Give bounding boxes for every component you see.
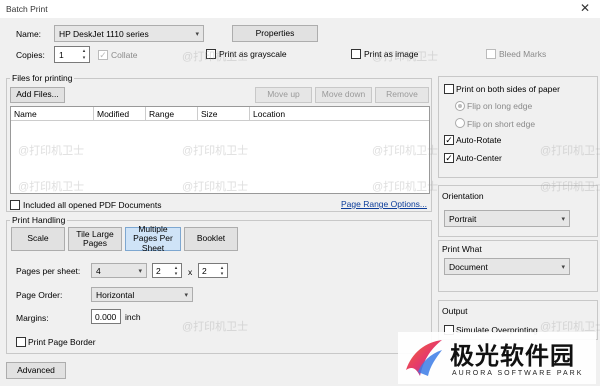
copies-value: 1 xyxy=(59,50,64,60)
print-as-image-checkbox[interactable] xyxy=(351,49,361,59)
column-divider xyxy=(197,107,198,121)
columns-value: 2 xyxy=(156,266,161,276)
margins-label: Margins: xyxy=(16,313,49,323)
chevron-down-icon: ▾ xyxy=(138,267,142,275)
page-order-select[interactable]: Horizontal ▾ xyxy=(91,287,193,302)
rows-value: 2 xyxy=(202,266,207,276)
grayscale-label: Print as grayscale xyxy=(219,49,287,59)
page-range-options-link[interactable]: Page Range Options... xyxy=(341,199,427,209)
chevron-down-icon: ▾ xyxy=(561,263,565,271)
print-page-border-checkbox[interactable] xyxy=(16,337,26,347)
pages-per-sheet-label: Pages per sheet: xyxy=(16,266,81,276)
grayscale-checkbox[interactable] xyxy=(206,49,216,59)
flip-long-edge-label: Flip on long edge xyxy=(467,101,533,111)
move-up-button[interactable]: Move up xyxy=(255,87,312,103)
aurora-logo: 极光软件园 AURORA SOFTWARE PARK xyxy=(398,332,596,384)
add-files-button[interactable]: Add Files... xyxy=(10,87,65,103)
window-title: Batch Print xyxy=(6,4,48,14)
both-sides-label: Print on both sides of paper xyxy=(456,84,560,94)
collate-label: Collate xyxy=(111,50,138,60)
auto-rotate-checkbox[interactable]: ✓ xyxy=(444,135,454,145)
page-order-value: Horizontal xyxy=(96,289,135,300)
orientation-select[interactable]: Portrait ▾ xyxy=(444,210,570,227)
spinner-down-icon[interactable]: ▾ xyxy=(80,55,88,61)
close-icon[interactable]: ✕ xyxy=(580,1,590,15)
move-down-button[interactable]: Move down xyxy=(315,87,372,103)
copies-label: Copies: xyxy=(16,50,45,60)
spinner-down-icon[interactable]: ▾ xyxy=(218,271,226,277)
flip-short-edge-label: Flip on short edge xyxy=(467,119,536,129)
spinner-down-icon[interactable]: ▾ xyxy=(172,271,180,277)
flip-short-edge-radio[interactable] xyxy=(455,118,465,128)
logo-chinese-text: 极光软件园 xyxy=(450,343,575,370)
auto-rotate-label: Auto-Rotate xyxy=(456,135,502,145)
include-all-checkbox[interactable] xyxy=(10,200,20,210)
files-group-title: Files for printing xyxy=(10,73,75,83)
rows-spinner[interactable]: 2 ▴ ▾ xyxy=(198,263,228,278)
both-sides-checkbox[interactable] xyxy=(444,84,454,94)
print-what-value: Document xyxy=(449,261,488,272)
column-header-name[interactable]: Name xyxy=(14,109,37,119)
print-page-border-label: Print Page Border xyxy=(28,337,96,347)
title-bar xyxy=(0,0,600,18)
margins-unit-label: inch xyxy=(125,312,141,322)
auto-center-checkbox[interactable]: ✓ xyxy=(444,153,454,163)
column-divider xyxy=(145,107,146,121)
times-label: x xyxy=(188,267,193,277)
spinner-up-icon[interactable]: ▴ xyxy=(80,48,88,54)
column-divider xyxy=(93,107,94,121)
column-header-size[interactable]: Size xyxy=(201,109,218,119)
tile-large-pages-button[interactable]: Tile Large Pages xyxy=(68,227,122,251)
aurora-logo-icon xyxy=(406,340,442,376)
collate-checkbox[interactable]: ✓ xyxy=(98,50,108,60)
column-divider xyxy=(249,107,250,121)
properties-button[interactable]: Properties xyxy=(232,25,318,42)
column-header-range[interactable]: Range xyxy=(149,109,174,119)
print-what-select[interactable]: Document ▾ xyxy=(444,258,570,275)
print-what-title: Print What xyxy=(442,244,482,254)
print-handling-title: Print Handling xyxy=(10,215,68,225)
bleed-marks-label: Bleed Marks xyxy=(499,49,547,59)
pages-per-sheet-select[interactable]: 4 ▾ xyxy=(91,263,147,278)
copies-spinner[interactable]: 1 ▴ ▾ xyxy=(54,46,90,63)
columns-spinner[interactable]: 2 ▴ ▾ xyxy=(152,263,182,278)
column-header-location[interactable]: Location xyxy=(253,109,285,119)
pages-per-sheet-value: 4 xyxy=(96,265,101,276)
chevron-down-icon: ▾ xyxy=(561,215,565,223)
printer-name-label: Name: xyxy=(16,29,42,39)
column-header-modified[interactable]: Modified xyxy=(97,109,129,119)
flip-long-edge-radio[interactable] xyxy=(455,101,465,111)
advanced-button[interactable]: Advanced xyxy=(6,362,66,379)
scale-mode-button[interactable]: Scale xyxy=(11,227,65,251)
file-list-table[interactable]: Name Modified Range Size Location xyxy=(10,106,430,194)
booklet-button[interactable]: Booklet xyxy=(184,227,238,251)
logo-english-text: AURORA SOFTWARE PARK xyxy=(452,370,584,377)
page-order-label: Page Order: xyxy=(16,290,63,300)
multiple-pages-button[interactable]: Multiple Pages Per Sheet xyxy=(125,224,181,252)
printer-select[interactable]: HP DeskJet 1110 series ▾ xyxy=(54,25,204,42)
auto-center-label: Auto-Center xyxy=(456,153,502,163)
orientation-value: Portrait xyxy=(449,213,477,224)
bleed-marks-checkbox[interactable] xyxy=(486,49,496,59)
orientation-title: Orientation xyxy=(442,191,484,201)
output-title: Output xyxy=(442,306,468,316)
chevron-down-icon: ▾ xyxy=(195,30,199,38)
include-all-label: Included all opened PDF Documents xyxy=(23,200,162,210)
remove-button[interactable]: Remove xyxy=(375,87,429,103)
chevron-down-icon: ▾ xyxy=(184,291,188,299)
print-as-image-label: Print as image xyxy=(364,49,419,59)
printer-select-value: HP DeskJet 1110 series xyxy=(59,28,149,39)
table-header xyxy=(11,107,429,121)
margins-input[interactable]: 0.000 xyxy=(91,309,121,324)
